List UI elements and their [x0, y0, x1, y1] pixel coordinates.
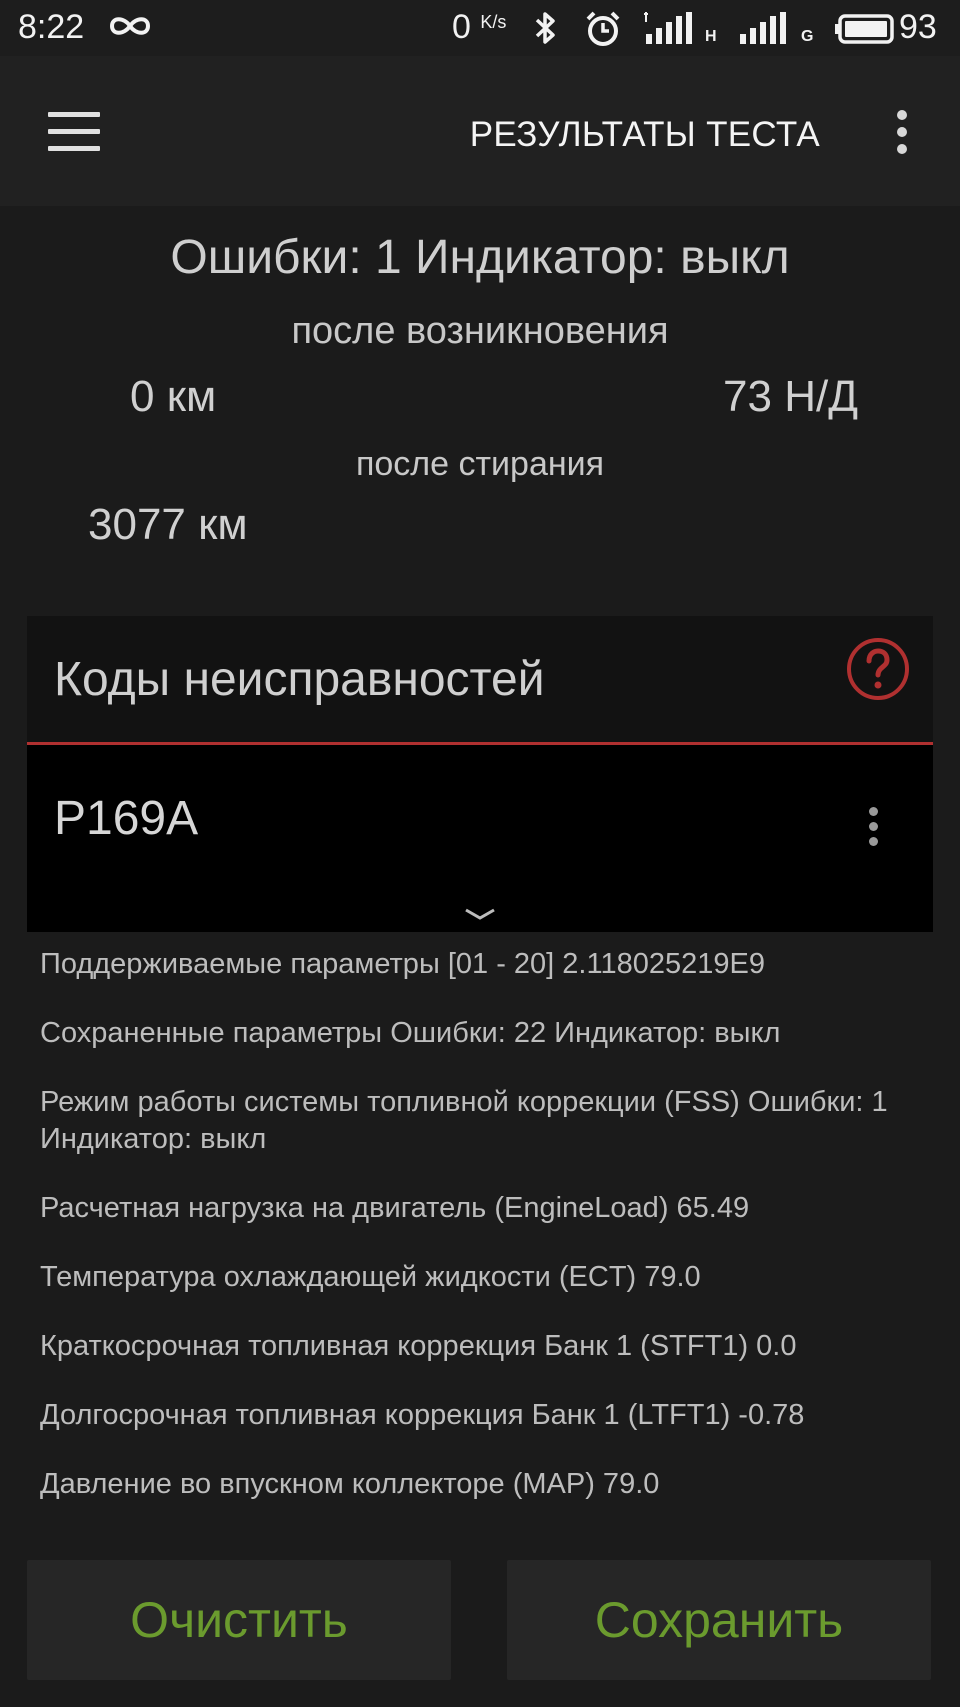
after-occurrence-distance: 0 км: [130, 372, 217, 421]
trouble-codes-header: Коды неисправностей: [27, 616, 933, 745]
infinity-icon: [108, 13, 152, 44]
errors-summary: Ошибки: 1 Индикатор: выкл: [170, 231, 790, 284]
parameter-item: Поддерживаемые параметры [01 - 20] 2.118…: [40, 948, 765, 980]
parameter-item: Расчетная нагрузка на двигатель (EngineL…: [40, 1192, 750, 1224]
app-bar: РЕЗУЛЬТАТЫ ТЕСТА: [0, 56, 960, 206]
bluetooth-icon: [530, 10, 560, 51]
network-speed-value: 0: [452, 8, 471, 46]
alarm-icon: [584, 10, 622, 53]
parameter-item: Температура охлаждающей жидкости (ECT) 7…: [40, 1261, 701, 1293]
signal-icon: [642, 12, 702, 49]
parameter-item: Сохраненные параметры Ошибки: 22 Индикат…: [40, 1017, 781, 1049]
menu-icon[interactable]: [48, 112, 100, 152]
trouble-code: P169A: [54, 792, 199, 845]
parameter-item: Режим работы системы топливной коррекции…: [40, 1086, 888, 1155]
after-clear-label: после стирания: [355, 445, 605, 483]
sim1-label: H: [705, 28, 717, 45]
parameter-item: Давление во впускном коллекторе (MAP) 79…: [40, 1468, 660, 1500]
clear-button[interactable]: Очистить: [27, 1560, 451, 1680]
chevron-down-icon[interactable]: [463, 906, 497, 922]
after-occurrence-nd: 73 Н/Д: [723, 372, 858, 421]
network-speed: 0 K/s: [452, 8, 506, 47]
trouble-codes-title: Коды неисправностей: [54, 653, 545, 706]
after-clear-distance: 3077 км: [88, 500, 248, 549]
parameter-item: Долгосрочная топливная коррекция Банк 1 …: [40, 1399, 805, 1431]
trouble-code-row[interactable]: P169A: [27, 745, 933, 905]
signal-icon: [738, 12, 794, 49]
more-vert-icon[interactable]: [892, 110, 912, 162]
parameter-item: Краткосрочная топливная коррекция Банк 1…: [40, 1330, 797, 1362]
save-button[interactable]: Сохранить: [507, 1560, 931, 1680]
status-bar: 8:22 0 K/s H G 93: [0, 0, 960, 56]
help-icon[interactable]: [845, 636, 911, 702]
page-title: РЕЗУЛЬТАТЫ ТЕСТА: [469, 115, 820, 154]
after-occurrence-label: после возникновения: [291, 310, 669, 352]
status-time: 8:22: [18, 8, 85, 46]
parameter-list: Поддерживаемые параметры [01 - 20] 2.118…: [40, 946, 920, 1535]
battery-icon: [835, 14, 897, 49]
sim2-label: G: [801, 28, 814, 45]
more-vert-icon[interactable]: [865, 807, 881, 851]
network-speed-unit: K/s: [480, 12, 507, 32]
battery-percent: 93: [899, 8, 937, 46]
trouble-codes-card: Коды неисправностей P169A: [27, 616, 933, 932]
